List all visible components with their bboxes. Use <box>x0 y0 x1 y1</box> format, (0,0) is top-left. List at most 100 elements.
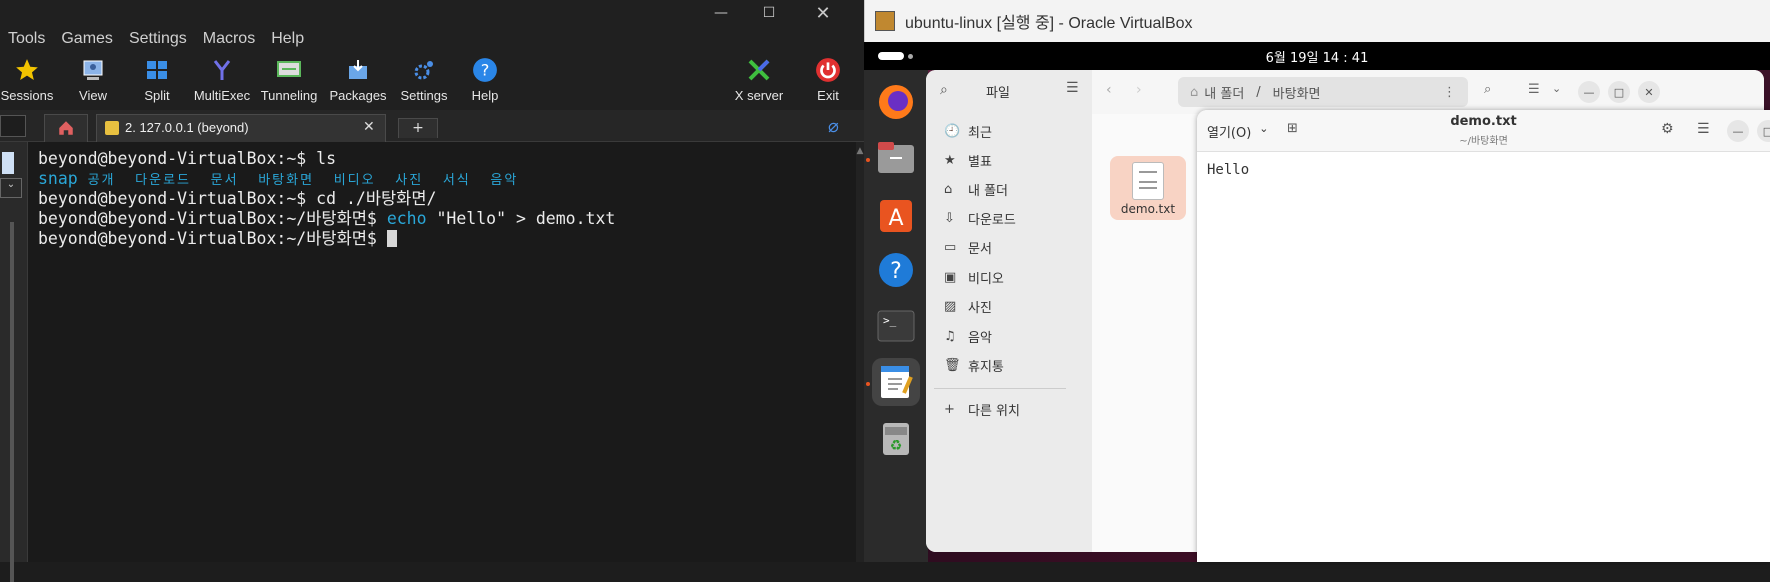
path-home[interactable]: 내 폴더 <box>1204 83 1244 102</box>
text-editor-window: 열기(O) ⌄ ⊞ demo.txt ~/바탕화면 ⚙ ☰ — □ Hello <box>1197 110 1770 562</box>
file-item-demo[interactable]: demo.txt <box>1110 156 1186 220</box>
exit-label: Exit <box>817 88 839 103</box>
sessions-button[interactable]: Sessions <box>0 52 54 110</box>
path-separator: / <box>1256 84 1261 100</box>
terminal-line: beyond@beyond-VirtualBox:~$ cd ./바탕화면/ <box>38 189 437 208</box>
clock[interactable]: 6월 19일 14 : 41 <box>1266 47 1369 66</box>
path-bar[interactable]: ⌂ 내 폴더 / 바탕화면 ⋮ <box>1178 77 1468 107</box>
forward-icon[interactable]: › <box>1136 82 1142 98</box>
multiexec-button[interactable]: MultiExec <box>192 52 252 110</box>
close-icon[interactable]: ✕ <box>1638 81 1660 103</box>
toolbar: Sessions View Split MultiExec Tunneling … <box>0 52 864 110</box>
text-editor-icon[interactable] <box>872 358 920 406</box>
menu-macros[interactable]: Macros <box>203 30 255 48</box>
home-icon <box>57 119 75 137</box>
minimize-icon[interactable]: — <box>698 0 744 26</box>
home-tab[interactable] <box>44 114 88 142</box>
tunneling-label: Tunneling <box>260 88 318 103</box>
editor-subtitle: ~/바탕화면 <box>1459 136 1508 147</box>
minimize-icon[interactable]: — <box>1727 120 1749 142</box>
chevron-down-icon[interactable]: ⌄ <box>0 178 22 198</box>
workspace-dot <box>908 54 913 59</box>
activities-indicator[interactable] <box>878 52 904 60</box>
photo-icon: ▨ <box>944 298 957 314</box>
menu-icon[interactable]: ☰ <box>1697 121 1710 137</box>
new-tab-button[interactable]: + <box>398 118 438 138</box>
tab-close-icon[interactable]: ✕ <box>363 119 375 135</box>
minimize-icon[interactable]: — <box>1578 81 1600 103</box>
app-center-icon[interactable]: A <box>872 190 920 238</box>
sidebar-item-documents[interactable]: ▭ 문서 <box>944 232 992 262</box>
chevron-down-icon[interactable]: ⌄ <box>1552 82 1561 95</box>
settings-label: Settings <box>400 88 448 103</box>
sidebar-rail-button[interactable] <box>2 152 14 174</box>
list-view-icon[interactable]: ☰ <box>1528 82 1540 97</box>
svg-text:♻: ♻ <box>890 438 903 454</box>
sidebar-item-trash[interactable]: 🗑 휴지통 <box>944 350 1004 380</box>
sidebar-item-downloads[interactable]: ⇩ 다운로드 <box>944 203 1016 233</box>
editor-title: demo.txt <box>1450 114 1517 129</box>
path-current[interactable]: 바탕화면 <box>1273 83 1321 102</box>
tab-session[interactable]: 2. 127.0.0.1 (beyond) ✕ <box>96 114 386 142</box>
menu-settings[interactable]: Settings <box>129 30 187 48</box>
window-title: ubuntu-linux [실행 중] - Oracle VirtualBox <box>905 15 1193 32</box>
sidebar-item-starred[interactable]: ★ 별표 <box>944 145 992 175</box>
tunneling-button[interactable]: Tunneling <box>256 52 322 110</box>
sidebar-rail: ⌄ <box>0 142 28 582</box>
editor-content[interactable]: Hello <box>1207 162 1249 178</box>
view-button[interactable]: View <box>66 52 120 110</box>
editor-header-bar: 열기(O) ⌄ ⊞ demo.txt ~/바탕화면 ⚙ ☰ — □ <box>1197 110 1770 152</box>
menu-games[interactable]: Games <box>61 30 113 48</box>
svg-text:?: ? <box>890 259 902 284</box>
firefox-icon[interactable] <box>872 78 920 126</box>
sidebar-item-home[interactable]: ⌂ 내 폴더 <box>944 174 1008 204</box>
search-icon[interactable]: ⌕ <box>1484 82 1491 97</box>
trash-icon[interactable]: ♻ <box>872 414 920 462</box>
terminal[interactable]: beyond@beyond-VirtualBox:~$ ls snap 공개 다… <box>28 142 856 562</box>
sidebar-toggle[interactable] <box>0 115 26 137</box>
help-icon: ? <box>471 56 499 84</box>
files-icon[interactable] <box>872 134 920 182</box>
scroll-up-icon[interactable]: ▲ <box>856 146 864 156</box>
split-button[interactable]: Split <box>130 52 184 110</box>
star-icon: ★ <box>944 152 956 168</box>
xserver-button[interactable]: X server <box>728 52 790 110</box>
sidebar-item-music[interactable]: ♫ 음악 <box>944 321 992 351</box>
maximize-icon[interactable]: ☐ <box>746 0 792 26</box>
terminal-icon[interactable]: >_ <box>872 302 920 350</box>
terminal-line: beyond@beyond-VirtualBox:~/바탕화면$ echo "H… <box>38 209 616 228</box>
ubuntu-top-bar: 6월 19일 14 : 41 <box>864 42 1770 70</box>
sidebar-item-pictures[interactable]: ▨ 사진 <box>944 291 992 321</box>
path-menu-icon[interactable]: ⋮ <box>1443 85 1456 100</box>
divider <box>934 388 1066 389</box>
attach-icon[interactable]: ⌀ <box>828 116 839 137</box>
search-icon[interactable]: ⌕ <box>940 82 948 98</box>
power-icon <box>814 56 842 84</box>
settings-icon[interactable]: ⚙ <box>1661 121 1674 137</box>
sidebar-item-other-locations[interactable]: + 다른 위치 <box>944 394 1020 424</box>
sidebar-scrollbar[interactable] <box>10 222 14 582</box>
tab-bar: 2. 127.0.0.1 (beyond) ✕ + ⌀ <box>0 110 864 142</box>
menu-icon[interactable]: ☰ <box>1066 80 1079 96</box>
multiexec-icon <box>208 56 236 84</box>
back-icon[interactable]: ‹ <box>1106 82 1112 98</box>
session-icon <box>105 121 119 135</box>
help-icon[interactable]: ? <box>872 246 920 294</box>
menu-help[interactable]: Help <box>271 30 304 48</box>
sidebar-item-videos[interactable]: ▣ 비디오 <box>944 262 1004 292</box>
help-button[interactable]: ? Help <box>460 52 510 110</box>
clock-icon: 🕘 <box>944 123 961 139</box>
terminal-scrollbar[interactable]: ▲ <box>856 142 864 562</box>
trash-icon: 🗑 <box>944 357 961 373</box>
home-icon: ⌂ <box>944 181 953 197</box>
settings-button[interactable]: Settings <box>394 52 454 110</box>
packages-icon <box>344 56 372 84</box>
menu-tools[interactable]: Tools <box>8 30 45 48</box>
close-icon[interactable]: ✕ <box>800 0 846 26</box>
maximize-icon[interactable]: □ <box>1608 81 1630 103</box>
sidebar-item-recent[interactable]: 🕘 최근 <box>944 116 992 146</box>
plus-icon: + <box>944 401 955 417</box>
gear-icon <box>410 56 438 84</box>
exit-button[interactable]: Exit <box>806 52 850 110</box>
packages-button[interactable]: Packages <box>326 52 390 110</box>
